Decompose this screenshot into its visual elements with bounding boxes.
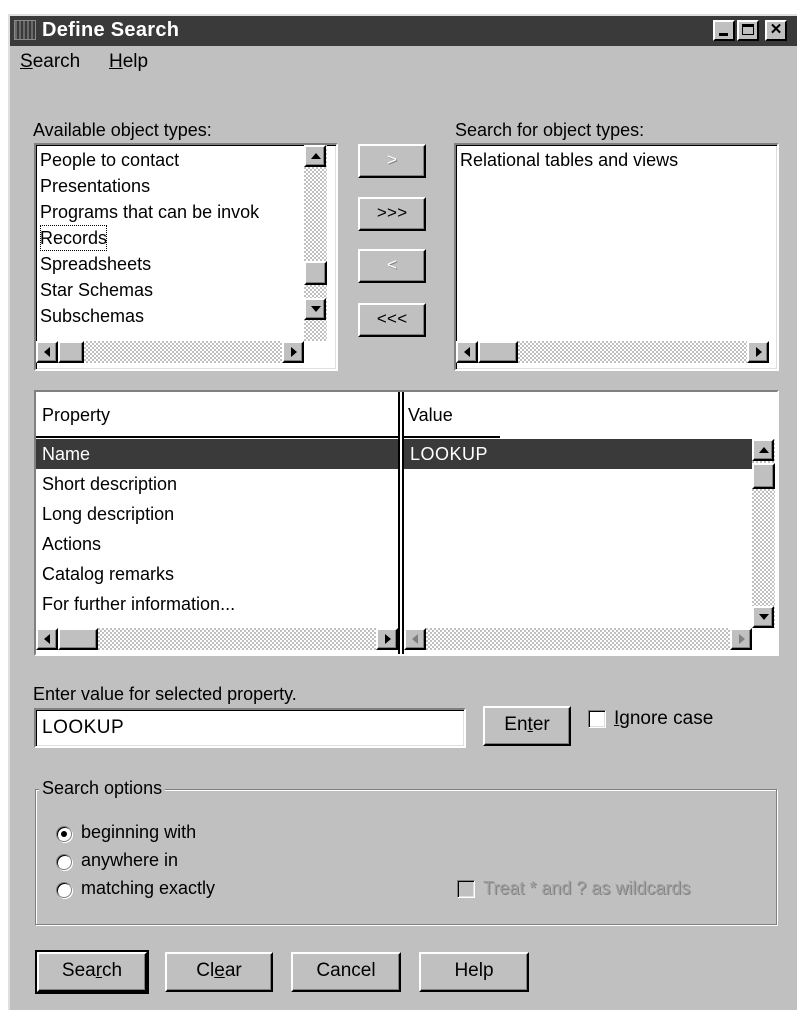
available-type-item[interactable]: Spreadsheets	[40, 251, 151, 277]
maximize-button[interactable]	[737, 20, 759, 41]
property-row[interactable]: Actions	[36, 529, 398, 559]
property-column-header: Property	[42, 405, 111, 425]
ignore-case-checkbox[interactable]	[588, 710, 606, 728]
value-hscroll[interactable]	[404, 628, 752, 650]
search-types-list[interactable]: Relational tables and views	[454, 143, 779, 371]
value-column-header: Value	[408, 405, 453, 425]
arrow-left-icon	[44, 347, 50, 357]
minimize-button[interactable]	[713, 20, 735, 41]
arrow-right-icon	[739, 634, 745, 644]
property-row[interactable]: Long description	[36, 499, 398, 529]
available-type-item[interactable]: Records	[40, 225, 108, 251]
value-scroll-right-button[interactable]	[730, 628, 752, 650]
property-value-text: LOOKUP	[42, 717, 125, 738]
value-cell[interactable]: LOOKUP	[404, 439, 752, 469]
property-row[interactable]: Catalog remarks	[36, 559, 398, 589]
property-value-input[interactable]: LOOKUP	[34, 708, 466, 748]
available-type-item[interactable]: Subschemas	[40, 303, 144, 329]
property-row[interactable]: Name	[36, 439, 398, 469]
available-scroll-left-button[interactable]	[36, 341, 58, 363]
window-title: Define Search	[42, 19, 180, 41]
search-mode-label[interactable]: matching exactly	[81, 878, 215, 899]
available-type-item[interactable]: Star Schemas	[40, 277, 153, 303]
arrow-left-icon	[44, 634, 50, 644]
close-button[interactable]: ✕	[765, 20, 787, 41]
available-types-list[interactable]: People to contact Presentations Programs t…	[34, 143, 338, 371]
available-type-item[interactable]: People to contact	[40, 147, 179, 173]
title-bar[interactable]: Define Search ✕	[10, 16, 797, 46]
add-all-types-button[interactable]: >>>	[358, 197, 426, 231]
available-type-item[interactable]: Programs that can be invok	[40, 199, 259, 225]
search-options-label: Search options	[39, 778, 166, 799]
search-button[interactable]: Search	[35, 950, 149, 994]
arrow-up-icon	[759, 447, 769, 453]
search-types-label: Search for object types:	[455, 120, 645, 140]
search-mode-label[interactable]: beginning with	[81, 822, 196, 843]
remove-all-types-button[interactable]: <<<	[358, 303, 426, 337]
wildcards-label: Treat * and ? as wildcards	[483, 878, 691, 898]
menu-help[interactable]: Help	[109, 51, 148, 73]
arrow-down-icon	[759, 614, 769, 620]
property-value-grid: Property Name Short description Long descr…	[34, 390, 779, 656]
arrow-up-icon	[311, 153, 321, 159]
property-scroll-right-button[interactable]	[376, 628, 398, 650]
search-mode-radio[interactable]	[56, 854, 72, 870]
arrow-left-icon	[412, 634, 418, 644]
arrow-right-icon	[291, 347, 297, 357]
app-icon	[14, 20, 36, 40]
value-pane[interactable]: Value LOOKUP	[404, 392, 777, 654]
value-header-divider	[404, 436, 500, 438]
property-scroll-left-button[interactable]	[36, 628, 58, 650]
value-vscroll-thumb[interactable]	[752, 463, 775, 489]
search-mode-radio[interactable]	[56, 882, 72, 898]
wildcards-checkbox[interactable]	[457, 880, 475, 898]
value-scroll-up-button[interactable]	[752, 439, 774, 461]
maximize-icon	[742, 24, 754, 35]
property-hscroll-thumb[interactable]	[58, 628, 98, 650]
available-scroll-up-button[interactable]	[304, 145, 326, 167]
arrow-right-icon	[756, 347, 762, 357]
search-mode-label[interactable]: anywhere in	[81, 850, 178, 871]
enter-button[interactable]: Enter	[483, 706, 571, 746]
search-mode-radio[interactable]	[56, 826, 72, 842]
radio-dot-icon	[61, 831, 67, 837]
search-types-hscroll-thumb[interactable]	[478, 341, 518, 363]
property-row[interactable]: For further information...	[36, 589, 398, 619]
help-button[interactable]: Help	[419, 952, 529, 992]
ignore-case-label[interactable]: Ignore case	[614, 708, 713, 730]
value-scroll-left-button[interactable]	[404, 628, 426, 650]
property-header-divider	[36, 436, 398, 438]
available-scroll-down-button[interactable]	[304, 298, 326, 320]
available-vscroll-thumb[interactable]	[304, 261, 327, 285]
menu-bar: Search Help	[10, 46, 797, 78]
arrow-right-icon	[385, 634, 391, 644]
minimize-icon	[719, 33, 728, 36]
search-types-scroll-left-button[interactable]	[456, 341, 478, 363]
close-icon: ✕	[769, 21, 783, 38]
arrow-down-icon	[311, 306, 321, 312]
search-type-item[interactable]: Relational tables and views	[460, 147, 678, 173]
add-type-button[interactable]: >	[358, 144, 426, 178]
menu-search[interactable]: Search	[20, 51, 80, 73]
define-search-window: Define Search ✕ Search Help Available ob…	[8, 14, 797, 1010]
cancel-button[interactable]: Cancel	[291, 952, 401, 992]
available-hscroll-thumb[interactable]	[58, 341, 84, 363]
arrow-left-icon	[464, 347, 470, 357]
search-types-scroll-right-button[interactable]	[747, 341, 769, 363]
available-types-label: Available object types:	[33, 120, 212, 140]
entry-label: Enter value for selected property.	[33, 684, 297, 704]
property-row[interactable]: Short description	[36, 469, 398, 499]
available-type-item[interactable]: Presentations	[40, 173, 150, 199]
clear-button[interactable]: Clear	[165, 952, 273, 992]
value-scroll-down-button[interactable]	[752, 606, 774, 628]
available-scroll-right-button[interactable]	[282, 341, 304, 363]
remove-type-button[interactable]: <	[358, 249, 426, 283]
property-pane[interactable]: Property Name Short description Long descr…	[36, 392, 398, 654]
